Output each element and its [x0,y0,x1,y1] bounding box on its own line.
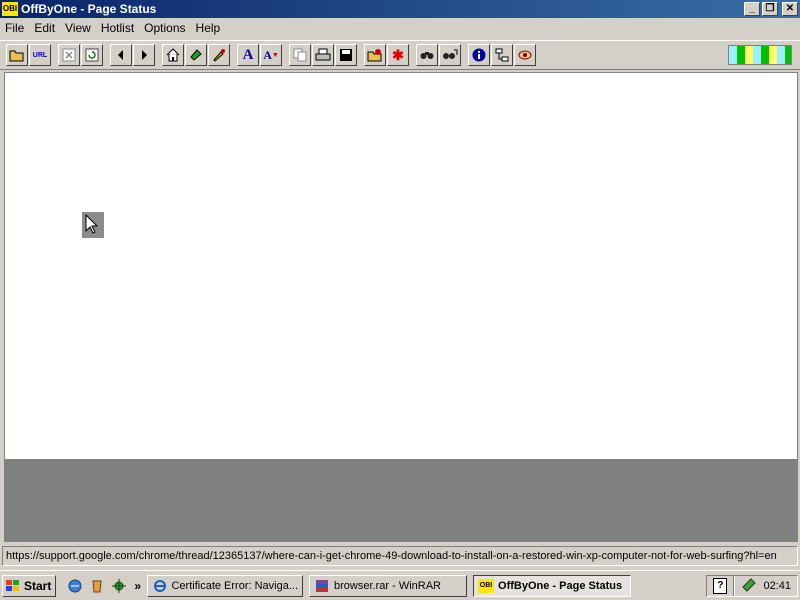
stop-icon[interactable] [58,44,80,66]
find-next-icon[interactable] [439,44,461,66]
clock[interactable]: 02:41 [763,580,791,592]
start-label: Start [24,578,52,593]
mouse-cursor-icon [82,212,104,238]
forward-icon[interactable] [133,44,155,66]
gear-red-icon[interactable]: ✱ [387,44,409,66]
toolbar: URL A A ▼ ✱ [0,40,800,70]
title-bar[interactable]: OBI OffByOne - Page Status _ ❐ ✕ [0,0,800,18]
eye-icon[interactable] [514,44,536,66]
recycle-icon[interactable] [88,577,106,595]
menu-hotlist[interactable]: Hotlist [96,21,139,35]
task-label: browser.rar - WinRAR [334,579,441,592]
network-icon[interactable] [110,577,128,595]
minimize-button[interactable]: _ [744,2,760,16]
system-tray: ? 02:41 [706,575,798,597]
refresh-icon[interactable] [81,44,103,66]
menu-bar: File Edit View Hotlist Options Help [0,18,800,38]
task-label: OffByOne - Page Status [498,579,623,592]
app-icon[interactable]: OBI [2,2,18,16]
task-label: Certificate Error: Naviga... [171,579,299,592]
volume-tray-icon[interactable] [741,577,757,596]
url-icon[interactable]: URL [29,44,51,66]
task-offbyone[interactable]: OBI OffByOne - Page Status [473,574,632,597]
quick-launch-more[interactable]: » [134,579,141,593]
brush-icon[interactable] [208,44,230,66]
page-content[interactable] [4,72,798,460]
menu-view[interactable]: View [60,21,96,35]
info-icon[interactable] [468,44,490,66]
sitemap-icon[interactable] [491,44,513,66]
menu-help[interactable]: Help [191,21,226,35]
task-certificate-error[interactable]: Certificate Error: Naviga... [147,574,304,597]
activity-indicator [728,45,792,65]
folder-settings-icon[interactable] [364,44,386,66]
page-lower-area [4,460,798,542]
back-icon[interactable] [110,44,132,66]
url-label: URL [32,51,48,59]
bookmark-icon[interactable] [185,44,207,66]
home-icon[interactable] [162,44,184,66]
menu-file[interactable]: File [0,21,29,35]
save-icon[interactable] [335,44,357,66]
find-icon[interactable] [416,44,438,66]
menu-edit[interactable]: Edit [29,21,60,35]
task-winrar[interactable]: browser.rar - WinRAR [309,574,468,597]
start-button[interactable]: Start [2,574,57,597]
open-folder-icon[interactable] [6,44,28,66]
window-title: OffByOne - Page Status [21,2,157,16]
windows-logo-icon [6,579,19,591]
taskbar: Start » Certificate Error: Naviga... bro… [0,570,800,600]
font-decrease-icon[interactable]: A ▼ [260,44,282,66]
copy-icon[interactable] [289,44,311,66]
quick-launch: » [66,577,141,595]
offbyone-icon: OBI [478,578,495,593]
winrar-icon [314,579,330,593]
restore-button[interactable]: ❐ [762,2,778,16]
show-desktop-icon[interactable] [66,577,84,595]
close-button[interactable]: ✕ [782,2,798,16]
ie-icon [152,579,167,593]
help-icon[interactable]: ? [713,578,728,594]
menu-options[interactable]: Options [139,21,190,35]
font-increase-icon[interactable]: A [237,44,259,66]
print-icon[interactable] [312,44,334,66]
status-bar: https://support.google.com/chrome/thread… [2,546,798,566]
